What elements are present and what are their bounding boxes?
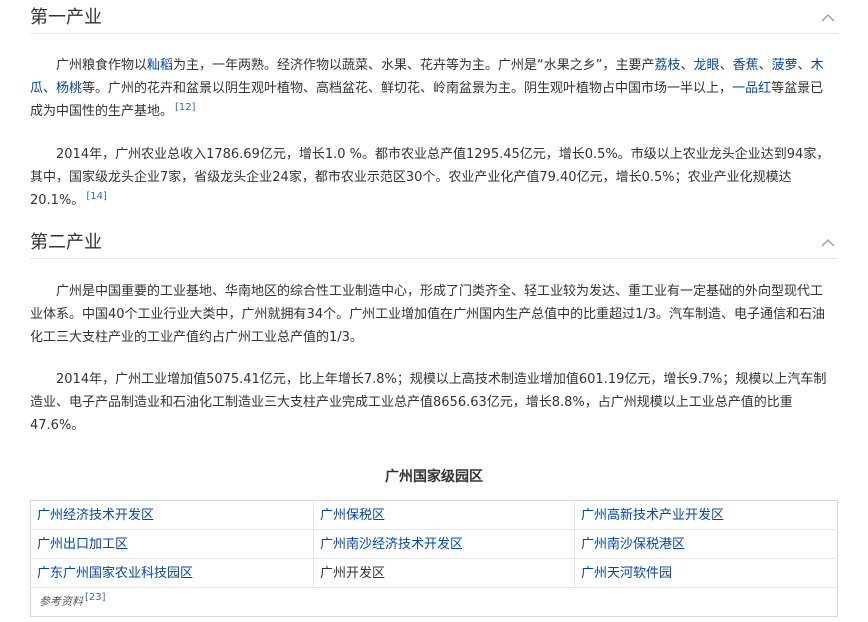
section-title: 第一产业	[30, 7, 102, 28]
reference-link[interactable]: [23]	[85, 592, 106, 603]
link-longyan[interactable]: 龙眼	[694, 58, 720, 73]
paragraph: 2014年，广州工业增加值5075.41亿元，比上年增长7.8%；规模以上高技术…	[30, 372, 827, 433]
link-yipinhong[interactable]: 一品红	[732, 81, 771, 96]
table-row: 广州出口加工区 广州南沙经济技术开发区 广州南沙保税港区	[31, 530, 837, 559]
chevron-up-icon[interactable]	[820, 10, 836, 26]
table-cell-link[interactable]: 广州天河软件园	[575, 559, 837, 587]
section-header-primary-industry: 第一产业	[30, 4, 838, 34]
reference-link[interactable]: [14]	[86, 191, 107, 202]
link-lizhi[interactable]: 荔枝	[655, 58, 681, 73]
table-cell-link[interactable]: 广州南沙保税港区	[575, 530, 837, 558]
paragraph: 广州是中国重要的工业基地、华南地区的综合性工业制造中心，形成了门类齐全、轻工业较…	[30, 284, 826, 345]
references-label: 参考资料	[39, 595, 83, 608]
table-cell: 广州开发区	[314, 559, 575, 587]
link-xiandao[interactable]: 籼稻	[147, 58, 173, 73]
paragraph: 2014年，广州农业总收入1786.69亿元，增长1.0 %。都市农业总产值12…	[30, 147, 830, 208]
section-title: 第二产业	[30, 232, 102, 253]
table-cell-link[interactable]: 广州保税区	[314, 501, 575, 529]
table-cell-link[interactable]: 广州高新技术产业开发区	[575, 501, 837, 529]
link-boluo[interactable]: 菠萝	[772, 58, 798, 73]
reference-link[interactable]: [12]	[175, 102, 196, 113]
table-cell-link[interactable]: 广州经济技术开发区	[31, 501, 314, 529]
park-table: 广州经济技术开发区 广州保税区 广州高新技术产业开发区 广州出口加工区 广州南沙…	[30, 500, 838, 617]
table-references: 参考资料 [23]	[31, 588, 837, 616]
link-yangtao[interactable]: 杨桃	[56, 81, 82, 96]
table-cell-link[interactable]: 广州南沙经济技术开发区	[314, 530, 575, 558]
section-header-secondary-industry: 第二产业	[30, 229, 838, 259]
table-cell-link[interactable]: 广州出口加工区	[31, 530, 314, 558]
link-xiangjiao[interactable]: 香蕉	[733, 58, 759, 73]
table-row: 广东广州国家农业科技园区 广州开发区 广州天河软件园	[31, 559, 837, 588]
paragraph: 广州粮食作物以籼稻为主，一年两熟。经济作物以蔬菜、水果、花卉等为主。广州是“水果…	[30, 58, 824, 119]
chevron-up-icon[interactable]	[820, 235, 836, 251]
table-title: 广州国家级园区	[385, 469, 483, 485]
table-cell-link[interactable]: 广东广州国家农业科技园区	[31, 559, 314, 587]
table-row: 广州经济技术开发区 广州保税区 广州高新技术产业开发区	[31, 501, 837, 530]
